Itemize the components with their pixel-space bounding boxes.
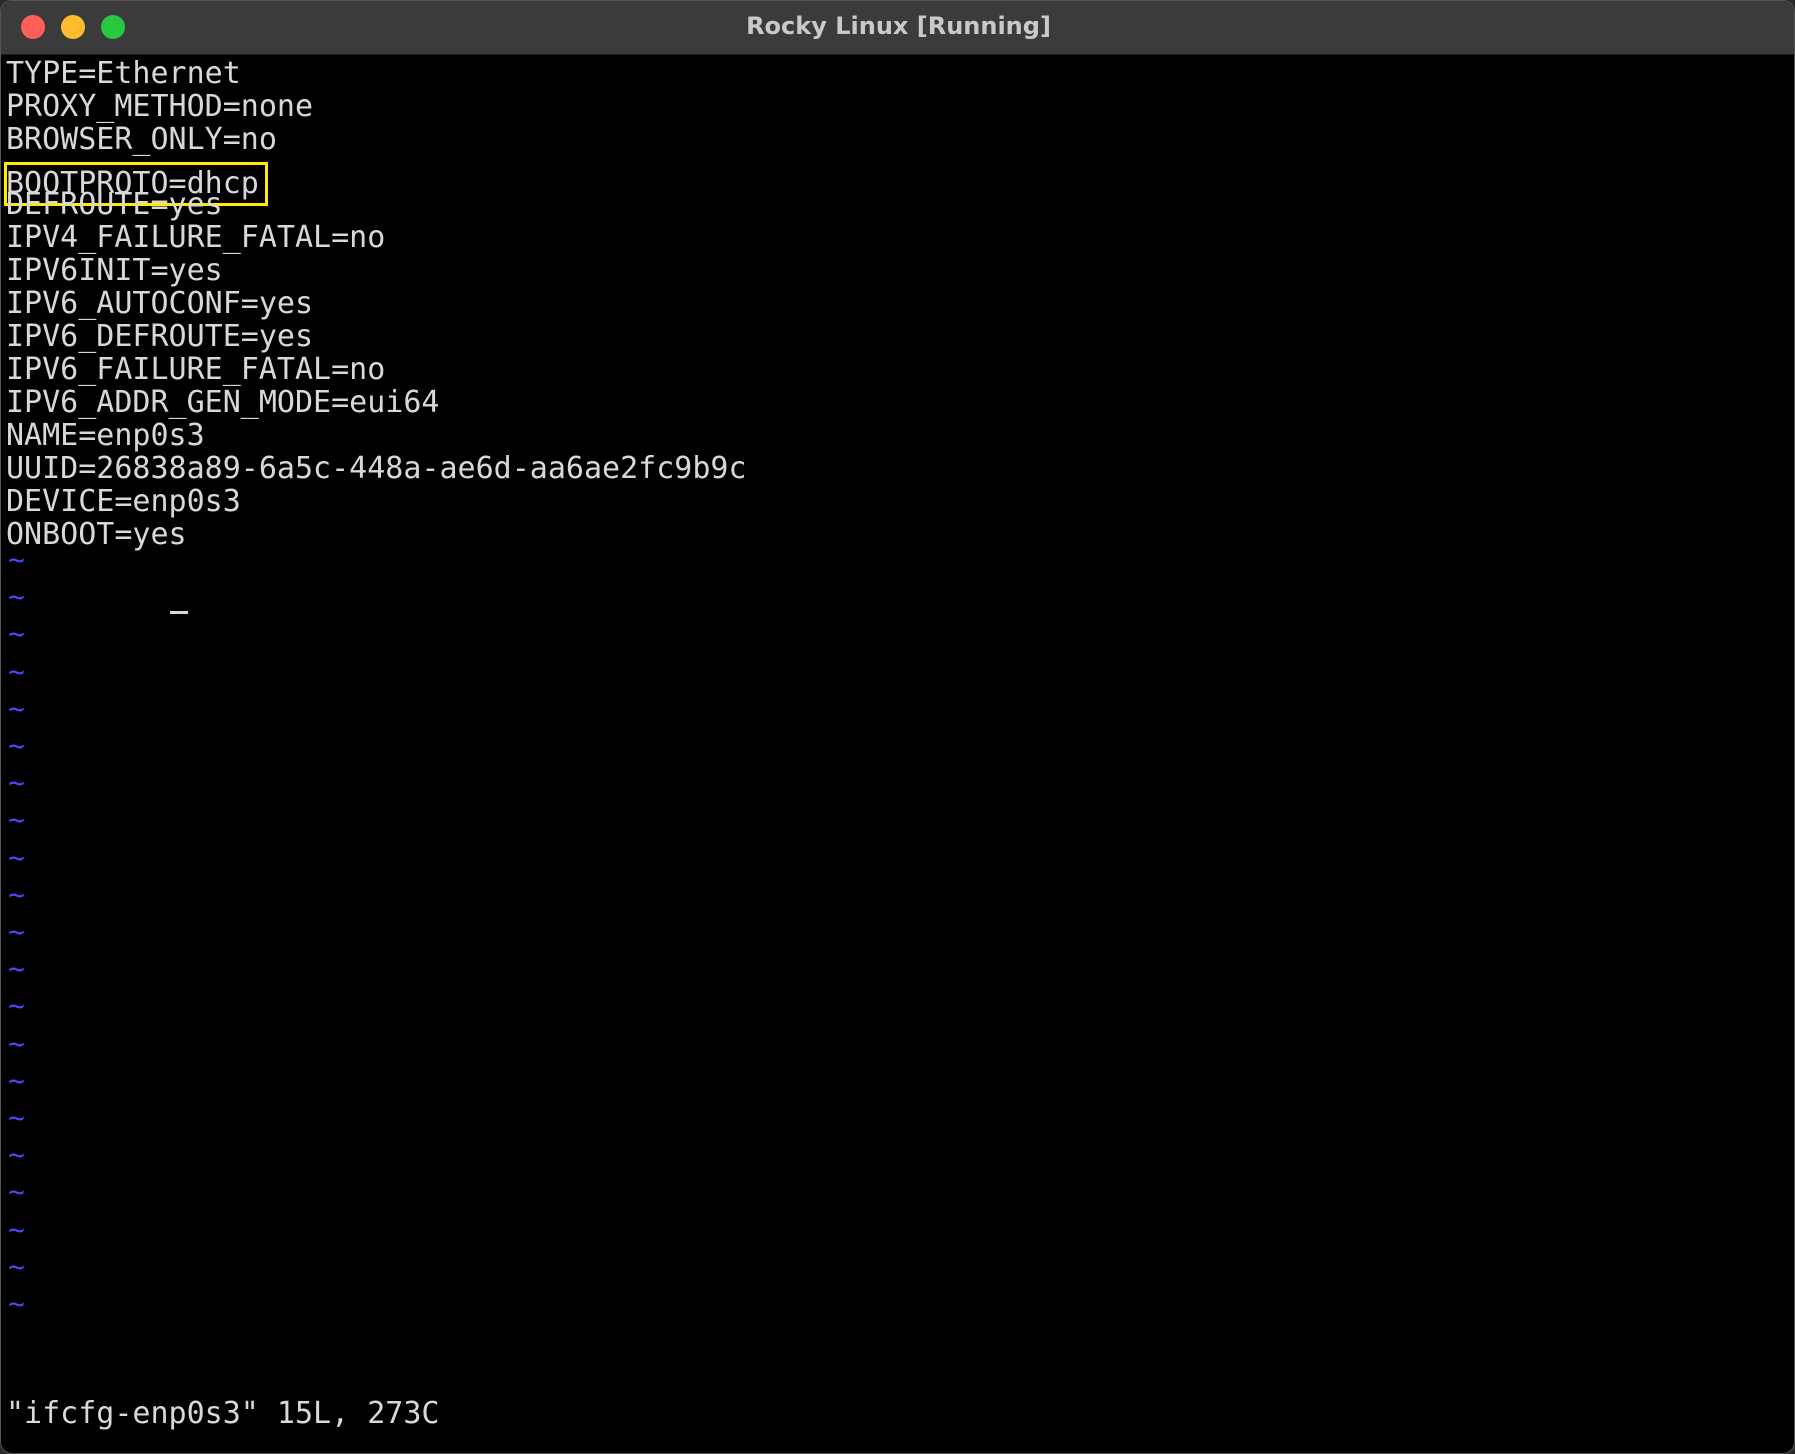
terminal-screen[interactable]: TYPE=Ethernet PROXY_METHOD=none BROWSER_… [4,55,1792,1451]
config-line-type[interactable]: TYPE=Ethernet [6,55,241,92]
empty-line-tilde: ~ [8,691,25,725]
vm-window: Rocky Linux [Running] TYPE=Ethernet PROX… [0,0,1795,1454]
config-line-browser-only[interactable]: BROWSER_ONLY=no [6,121,277,158]
config-line-device[interactable]: DEVICE=enp0s3 [6,483,241,520]
empty-line-tilde: ~ [8,1026,25,1060]
empty-line-tilde: ~ [8,1101,25,1134]
empty-line-tilde: ~ [8,840,25,874]
empty-line-tilde: ~ [8,617,25,651]
empty-line-tilde: ~ [8,877,25,911]
config-line-ipv6-failure-fatal[interactable]: IPV6_FAILURE_FATAL=no [6,351,385,388]
config-line-ipv6-defroute[interactable]: IPV6_DEFROUTE=yes [6,318,313,355]
empty-line-tilde: ~ [8,729,25,762]
empty-line-tilde: ~ [8,1138,25,1172]
empty-line-tilde: ~ [8,543,25,576]
config-line-ipv6-addr-gen-mode[interactable]: IPV6_ADDR_GEN_MODE=eui64 [6,384,439,421]
config-line-ipv6-autoconf[interactable]: IPV6_AUTOCONF=yes [6,285,313,322]
config-line-ipv4-failure-fatal[interactable]: IPV4_FAILURE_FATAL=no [6,219,385,256]
config-line-ipv6init[interactable]: IPV6INIT=yes [6,252,223,289]
config-line-proxy-method[interactable]: PROXY_METHOD=none [6,88,313,125]
empty-line-tilde: ~ [8,915,25,948]
empty-line-tilde: ~ [8,1212,25,1246]
config-line-onboot[interactable]: ONBOOT=yes [6,516,187,553]
window-title: Rocky Linux [Running] [746,12,1051,40]
empty-line-tilde: ~ [8,766,25,800]
empty-line-tilde: ~ [8,654,25,688]
text-cursor [170,611,188,614]
config-line-defroute[interactable]: DEFROUTE=yes [6,186,223,223]
empty-line-tilde: ~ [8,1175,25,1209]
empty-line-tilde: ~ [8,803,25,837]
empty-line-tilde: ~ [8,1249,25,1283]
empty-line-tilde: ~ [8,1063,25,1097]
empty-line-tilde: ~ [8,1287,25,1320]
config-line-name[interactable]: NAME=enp0s3 [6,417,205,454]
empty-line-tilde: ~ [8,989,25,1023]
vim-status-line: "ifcfg-enp0s3" 15L, 273C [6,1396,440,1431]
config-line-uuid[interactable]: UUID=26838a89-6a5c-448a-ae6d-aa6ae2fc9b9… [6,450,747,487]
title-bar[interactable]: Rocky Linux [Running] [1,1,1794,55]
empty-line-tilde: ~ [8,580,25,614]
empty-line-tilde: ~ [8,952,25,986]
